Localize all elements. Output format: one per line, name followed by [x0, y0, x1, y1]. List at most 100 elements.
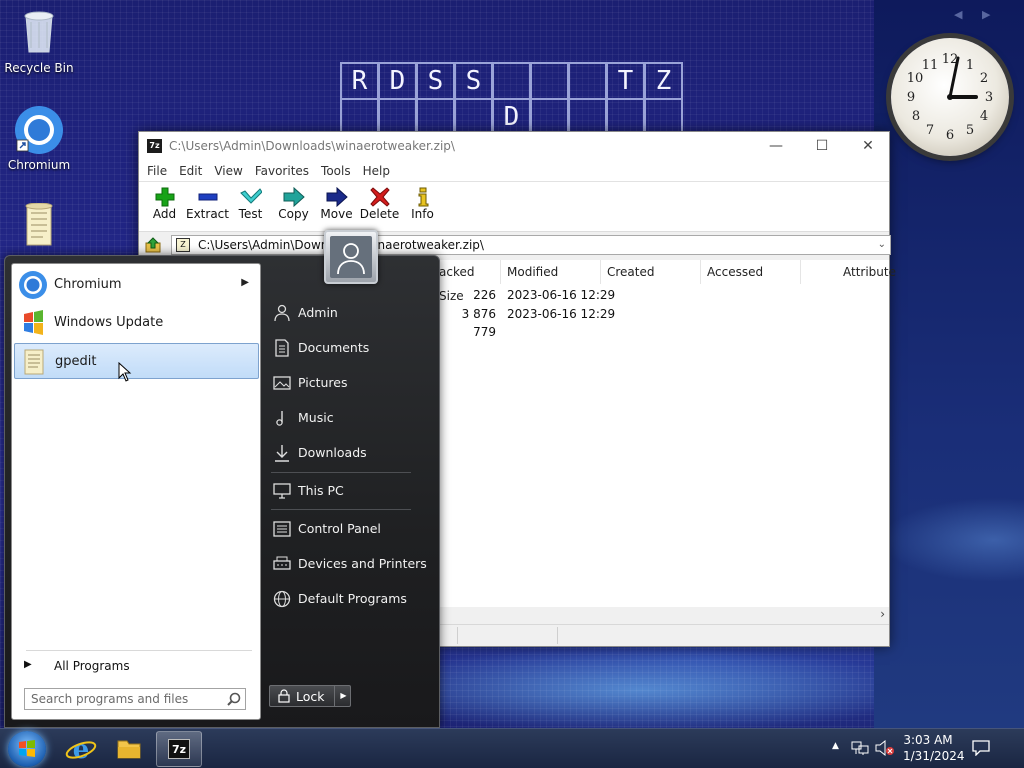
lock-icon [278, 689, 290, 703]
minimize-button[interactable]: — [753, 132, 799, 160]
start-button[interactable] [8, 731, 46, 767]
divider [271, 509, 411, 510]
test-button[interactable]: Test [229, 182, 272, 231]
close-button[interactable]: ✕ [845, 132, 891, 160]
lock-label: Lock [296, 689, 325, 704]
globe-icon [273, 590, 291, 608]
desktop-icon-label: Chromium [7, 158, 71, 172]
7zip-icon: 7z [147, 139, 162, 153]
chevron-down-icon[interactable]: ⌄ [878, 236, 886, 254]
start-right-admin[interactable]: Admin [269, 298, 429, 328]
desktop-icon-document[interactable] [1, 202, 77, 252]
address-bar[interactable]: Z C:\Users\Admin\Downloads\winaerotweake… [171, 235, 891, 255]
start-menu: Chromium ▶ Windows Update gpedit ▶ All P… [4, 255, 440, 728]
start-right-control-panel[interactable]: Control Panel [269, 514, 429, 544]
windows-logo-icon [19, 740, 35, 757]
clock-gadget[interactable]: 12 1 2 3 4 5 6 7 8 9 10 11 [891, 38, 1009, 156]
title-bar[interactable]: 7z C:\Users\Admin\Downloads\winaerotweak… [139, 132, 889, 160]
start-right-label: Documents [298, 340, 370, 355]
user-silhouette-icon [337, 243, 365, 275]
desktop-icon-recycle-bin[interactable]: Recycle Bin [1, 8, 77, 75]
clock-numeral: 4 [980, 109, 988, 124]
chromium-icon [15, 106, 63, 154]
gadget-nav-arrows[interactable]: ◀ ▶ [954, 8, 998, 21]
up-folder-icon [145, 237, 161, 253]
start-right-label: Music [298, 410, 334, 425]
delete-button[interactable]: Delete [358, 182, 401, 231]
column-modified[interactable]: Modified [501, 260, 601, 284]
clock-face: 12 1 2 3 4 5 6 7 8 9 10 11 [907, 52, 993, 143]
start-right-default-programs[interactable]: Default Programs [269, 584, 429, 614]
all-programs-button[interactable]: ▶ All Programs [20, 658, 256, 678]
menu-view[interactable]: View [208, 160, 248, 181]
user-avatar[interactable] [324, 230, 378, 284]
search-input[interactable]: Search programs and files [24, 688, 246, 710]
copy-button[interactable]: Copy [272, 182, 315, 231]
computer-icon [273, 483, 291, 499]
start-item-chromium[interactable]: Chromium ▶ [14, 267, 259, 303]
copy-label: Copy [278, 207, 309, 221]
up-folder-button[interactable] [144, 237, 162, 253]
start-right-label: This PC [298, 483, 344, 498]
start-right-this-pc[interactable]: This PC [269, 476, 429, 506]
start-right-devices-printers[interactable]: Devices and Printers [269, 549, 429, 579]
taskbar-file-explorer[interactable] [106, 731, 152, 767]
start-right-pictures[interactable]: Pictures [269, 368, 429, 398]
start-item-windows-update[interactable]: Windows Update [14, 305, 259, 341]
menu-favorites[interactable]: Favorites [249, 160, 315, 181]
column-packed-size[interactable]: acked Size [435, 260, 501, 303]
search-icon[interactable] [227, 692, 241, 706]
notification-center-icon[interactable] [972, 740, 990, 756]
column-created[interactable]: Created [601, 260, 701, 284]
column-attributes[interactable]: Attribute [801, 260, 896, 284]
lock-button[interactable]: Lock ▶ [269, 685, 351, 707]
tray-overflow-icon[interactable]: ▲ [832, 741, 839, 751]
mouse-cursor-icon [118, 362, 132, 382]
menu-tools[interactable]: Tools [315, 160, 357, 181]
clock-numeral: 1 [966, 58, 974, 73]
desktop-icon-chromium[interactable]: Chromium [1, 105, 77, 172]
menu-help[interactable]: Help [357, 160, 396, 181]
menu-file[interactable]: File [141, 160, 173, 181]
tray-clock[interactable]: 3:03 AM 1/31/2024 [903, 732, 965, 764]
divider [271, 472, 411, 473]
start-right-music[interactable]: Music [269, 403, 429, 433]
start-item-label: gpedit [55, 354, 97, 369]
pictures-icon [273, 376, 291, 390]
horizontal-scrollbar[interactable]: › [439, 607, 889, 624]
power-options-arrow-icon[interactable]: ▶ [334, 686, 352, 706]
extract-button[interactable]: Extract [186, 182, 229, 231]
network-icon[interactable] [851, 740, 869, 756]
start-right-label: Pictures [298, 375, 348, 390]
crossword-cell: Z [644, 62, 683, 100]
file-explorer-icon [117, 740, 141, 759]
move-button[interactable]: Move [315, 182, 358, 231]
add-label: Add [152, 207, 177, 221]
volume-muted-icon[interactable] [875, 740, 895, 756]
menu-edit[interactable]: Edit [173, 160, 208, 181]
add-button[interactable]: Add [143, 182, 186, 231]
maximize-button[interactable]: ☐ [799, 132, 845, 160]
crossword-cell [530, 62, 569, 100]
taskbar-7zip[interactable]: 7z [156, 731, 202, 767]
taskbar-internet-explorer[interactable]: e [58, 731, 104, 767]
column-accessed[interactable]: Accessed [701, 260, 801, 284]
printer-icon [273, 556, 291, 570]
zip-archive-icon: Z [176, 238, 190, 252]
all-programs-label: All Programs [54, 659, 130, 673]
window-title: C:\Users\Admin\Downloads\winaerotweaker.… [169, 139, 455, 153]
clock-numeral: 5 [966, 123, 974, 138]
delete-x-icon [369, 187, 390, 207]
crossword-cell: S [454, 62, 493, 100]
info-button[interactable]: Info [401, 182, 444, 231]
clock-numeral: 11 [922, 58, 939, 73]
music-icon [276, 411, 283, 426]
start-item-gpedit[interactable]: gpedit [14, 343, 259, 379]
tray-time: 3:03 AM [903, 733, 953, 747]
desktop-icon-label: Recycle Bin [4, 61, 74, 75]
scroll-right-icon[interactable]: › [880, 607, 885, 621]
start-right-label: Admin [298, 305, 338, 320]
start-right-documents[interactable]: Documents [269, 333, 429, 363]
plus-icon [155, 187, 174, 207]
start-right-downloads[interactable]: Downloads [269, 438, 429, 468]
